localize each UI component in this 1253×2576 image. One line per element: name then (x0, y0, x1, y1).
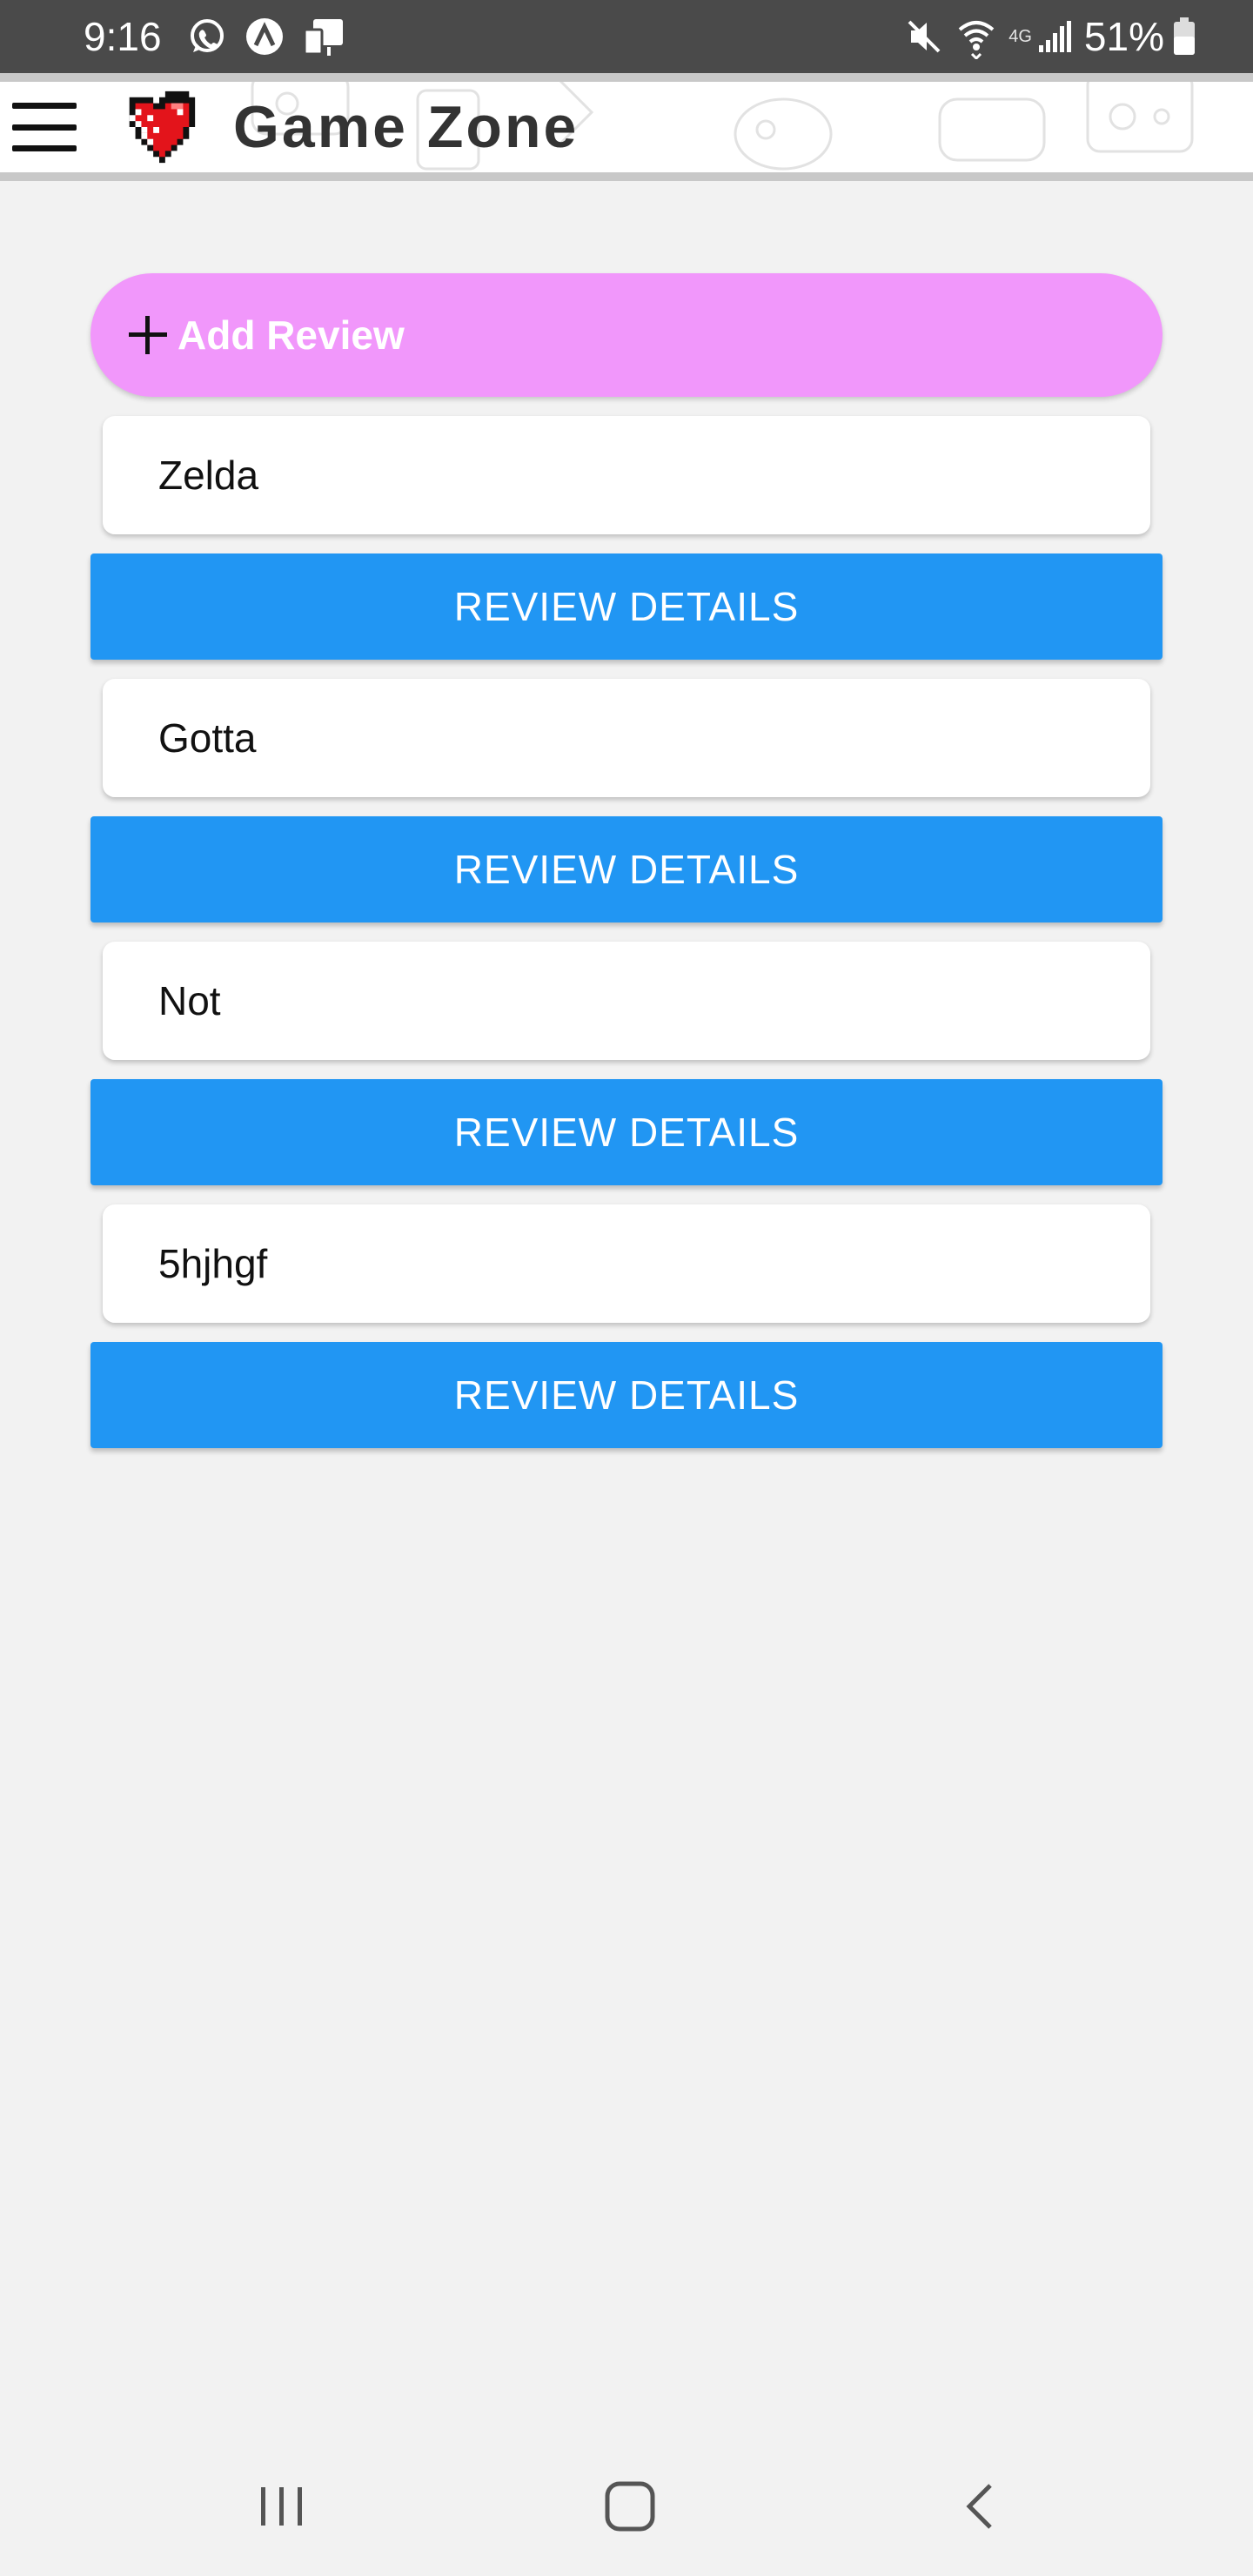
signal-icon (1037, 19, 1072, 54)
review-card[interactable]: Gotta (103, 679, 1150, 797)
review-list: Add Review Zelda REVIEW DETAILS Gotta RE… (90, 273, 1163, 1448)
status-time: 9:16 (84, 14, 162, 59)
page-title: Game Zone (233, 94, 580, 160)
system-nav-bar (0, 2437, 1253, 2576)
network-type-label: 4G (1008, 26, 1032, 46)
wifi-icon (956, 14, 996, 59)
add-review-label: Add Review (178, 312, 405, 358)
menu-icon[interactable] (12, 103, 80, 151)
review-card[interactable]: Zelda (103, 416, 1150, 534)
review-details-button[interactable]: REVIEW DETAILS (90, 1079, 1163, 1185)
status-bar: 9:16 4G 51% (0, 0, 1253, 73)
review-title: Zelda (158, 453, 259, 498)
review-card[interactable]: 5hjhgf (103, 1204, 1150, 1323)
pixel-heart-logo (129, 91, 196, 164)
review-title: Gotta (158, 715, 257, 761)
add-review-button[interactable]: Add Review (90, 273, 1163, 397)
back-icon[interactable] (912, 2437, 1051, 2576)
app-icon (244, 16, 285, 57)
cast-icon (301, 16, 346, 57)
review-details-button[interactable]: REVIEW DETAILS (90, 553, 1163, 660)
review-card[interactable]: Not (103, 942, 1150, 1060)
review-title: Not (158, 978, 221, 1023)
review-details-button[interactable]: REVIEW DETAILS (90, 816, 1163, 922)
app-header: Game Zone (0, 73, 1253, 181)
review-details-button[interactable]: REVIEW DETAILS (90, 1342, 1163, 1448)
mute-icon (904, 17, 944, 57)
battery-icon (1173, 17, 1196, 56)
battery-percentage: 51% (1083, 14, 1164, 59)
whatsapp-icon (186, 16, 228, 57)
plus-icon (129, 316, 167, 354)
review-title: 5hjhgf (158, 1241, 268, 1286)
home-icon[interactable] (560, 2437, 700, 2576)
recent-apps-icon[interactable] (212, 2437, 352, 2576)
